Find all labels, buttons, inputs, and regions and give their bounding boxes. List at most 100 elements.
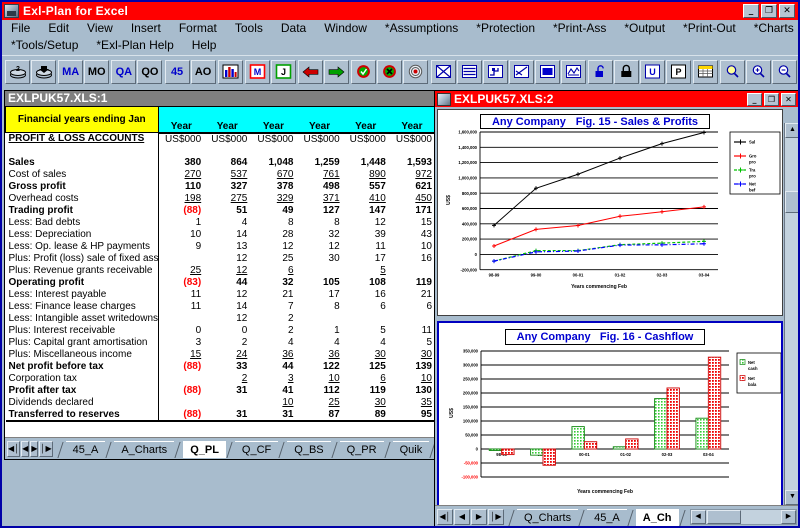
- sheet-tab-q-cf[interactable]: Q_CF: [235, 441, 278, 458]
- sheet-tab-q-pr[interactable]: Q_PR: [340, 441, 384, 458]
- menu-item-insert[interactable]: Insert: [122, 20, 170, 37]
- line-chart-icon[interactable]: [509, 60, 534, 84]
- menu-item-protection[interactable]: *Protection: [467, 20, 544, 37]
- chart-tab-q-charts[interactable]: Q_Charts: [517, 509, 578, 526]
- forty-five-button[interactable]: 45: [165, 60, 190, 84]
- table-row[interactable]: Plus: Profit (loss) sale of fixed assets…: [6, 253, 436, 265]
- tab-prev-button[interactable]: ◀: [21, 441, 29, 457]
- j-macro-icon[interactable]: J: [271, 60, 296, 84]
- table-row[interactable]: Less: Bad debts14881215: [6, 217, 436, 229]
- accept-check-icon[interactable]: [351, 60, 376, 84]
- tab-first-button[interactable]: ◀│: [7, 441, 20, 457]
- chart-tab-first-button[interactable]: ◀│: [437, 509, 453, 525]
- menu-item-output[interactable]: *Output: [615, 20, 674, 37]
- chart-restore-button[interactable]: ❐: [764, 93, 779, 106]
- table-row[interactable]: Overhead costs198275329371410450: [6, 193, 436, 205]
- cashflow-chart[interactable]: Any Company Fig. 16 - Cashflow: [437, 321, 783, 507]
- menu-item-tools[interactable]: Tools: [226, 20, 272, 37]
- tab-last-button[interactable]: │▶: [39, 441, 52, 457]
- menu-item-exlplan-help[interactable]: *Exl-Plan Help: [87, 37, 182, 54]
- table-row[interactable]: Less: Intangible asset writedowns122: [6, 313, 436, 325]
- menu-item-edit[interactable]: Edit: [39, 20, 78, 37]
- sales-profits-chart[interactable]: Any Company Fig. 15 - Sales & Profits: [437, 109, 783, 316]
- sheet-tab-45-a[interactable]: 45_A: [66, 441, 106, 458]
- table-row[interactable]: Operating profit(83)4432105108119: [6, 277, 436, 289]
- chart-horizontal-scrollbar[interactable]: ◀ ▶: [690, 509, 797, 525]
- menu-item-print-out[interactable]: *Print-Out: [674, 20, 745, 37]
- underline-u-icon[interactable]: U: [640, 60, 665, 84]
- chart-tab-a-ch[interactable]: A_Ch: [636, 509, 679, 526]
- chart-vertical-scrollbar[interactable]: ▲ ▼: [784, 123, 799, 505]
- table-row[interactable]: Plus: Capital grant amortisation324445: [6, 337, 436, 349]
- sheet-tab-a-charts[interactable]: A_Charts: [114, 441, 174, 458]
- cancel-cross-icon[interactable]: [377, 60, 402, 84]
- target-icon[interactable]: [403, 60, 428, 84]
- forward-arrow-icon[interactable]: [324, 60, 349, 84]
- scroll-down-arrow[interactable]: ▼: [785, 490, 800, 505]
- zoom-icon[interactable]: [720, 60, 745, 84]
- hscroll-left-arrow[interactable]: ◀: [691, 510, 706, 524]
- menu-item-print-ass[interactable]: *Print-Ass: [544, 20, 615, 37]
- fill-block-icon[interactable]: [535, 60, 560, 84]
- protect-p-icon[interactable]: P: [666, 60, 691, 84]
- ao-button[interactable]: AO: [191, 60, 216, 84]
- qa-button[interactable]: QA: [111, 60, 136, 84]
- table-row[interactable]: Net profit before tax(88)3344122125139: [6, 361, 436, 373]
- sheet-tab-quik[interactable]: Quik: [393, 441, 430, 458]
- chart-tab-45-a[interactable]: 45_A: [587, 509, 627, 526]
- hscroll-thumb[interactable]: [707, 510, 741, 524]
- spreadsheet-grid[interactable]: Financial years ending Jan Year Year Yea…: [5, 106, 435, 436]
- table-row[interactable]: Transferred to reserves(88)3131878995: [6, 409, 436, 421]
- menu-item-help[interactable]: Help: [183, 37, 226, 54]
- chart-tab-prev-button[interactable]: ◀: [454, 509, 470, 525]
- table-row[interactable]: Plus: Interest receivable0021511: [6, 325, 436, 337]
- menu-item-data[interactable]: Data: [272, 20, 315, 37]
- table-row[interactable]: Gross profit110327378498557621: [6, 181, 436, 193]
- menu-item-tools-setup[interactable]: *Tools/Setup: [2, 37, 87, 54]
- tab-next-button[interactable]: ▶: [30, 441, 38, 457]
- chart-wizard-icon[interactable]: [218, 60, 243, 84]
- sheet-tab-q-bs[interactable]: Q_BS: [287, 441, 330, 458]
- m-macro-icon[interactable]: M: [245, 60, 270, 84]
- chart-minimize-button[interactable]: _: [747, 93, 762, 106]
- table-row[interactable]: Plus: Miscellaneous income152436363030: [6, 349, 436, 361]
- unlock-icon[interactable]: [588, 60, 613, 84]
- menu-item-window[interactable]: Window: [315, 20, 376, 37]
- mo-button[interactable]: MO: [84, 60, 109, 84]
- spreadsheet-icon[interactable]: [693, 60, 718, 84]
- restore-button[interactable]: ❐: [761, 4, 777, 18]
- table-row[interactable]: Less: Interest payable111221171621: [6, 289, 436, 301]
- table-row[interactable]: Dividends declared10253035: [6, 397, 436, 409]
- chart-tab-next-button[interactable]: ▶: [471, 509, 487, 525]
- table-row[interactable]: Trading profit(88)5149127147171: [6, 205, 436, 217]
- menu-item-assumptions[interactable]: *Assumptions: [376, 20, 467, 37]
- qo-button[interactable]: QO: [137, 60, 162, 84]
- lock-icon[interactable]: [614, 60, 639, 84]
- close-button[interactable]: ✕: [779, 4, 795, 18]
- menu-item-file[interactable]: File: [2, 20, 39, 37]
- table-row[interactable]: Profit after tax(88)3141112119130: [6, 385, 436, 397]
- step-chart-icon[interactable]: [483, 60, 508, 84]
- minimize-button[interactable]: _: [743, 4, 759, 18]
- hscroll-right-arrow[interactable]: ▶: [781, 510, 796, 524]
- zoom-in-icon[interactable]: [746, 60, 771, 84]
- rows-icon[interactable]: [457, 60, 482, 84]
- back-arrow-icon[interactable]: [298, 60, 323, 84]
- scroll-thumb[interactable]: [785, 191, 800, 213]
- menu-item-view[interactable]: View: [78, 20, 122, 37]
- print-icon[interactable]: [31, 60, 56, 84]
- table-row[interactable]: Less: Depreciation101428323943: [6, 229, 436, 241]
- print-preview-icon[interactable]: 2: [5, 60, 30, 84]
- chart-close-button[interactable]: ✕: [781, 93, 796, 106]
- scroll-up-arrow[interactable]: ▲: [785, 123, 800, 138]
- table-row[interactable]: Cost of sales270537670761890972: [6, 169, 436, 181]
- table-row[interactable]: Corporation tax2310610: [6, 373, 436, 385]
- table-row[interactable]: Less: Finance lease charges11147866: [6, 301, 436, 313]
- area-chart-icon[interactable]: [561, 60, 586, 84]
- cut-cells-icon[interactable]: [431, 60, 456, 84]
- table-row[interactable]: Plus: Revenue grants receivable251265: [6, 265, 436, 277]
- menu-item-charts[interactable]: *Charts: [745, 20, 800, 37]
- table-row[interactable]: Less: Op. lease & HP payments91312121110: [6, 241, 436, 253]
- table-row[interactable]: Sales3808641,0481,2591,4481,593: [6, 157, 436, 169]
- ma-button[interactable]: MA: [58, 60, 83, 84]
